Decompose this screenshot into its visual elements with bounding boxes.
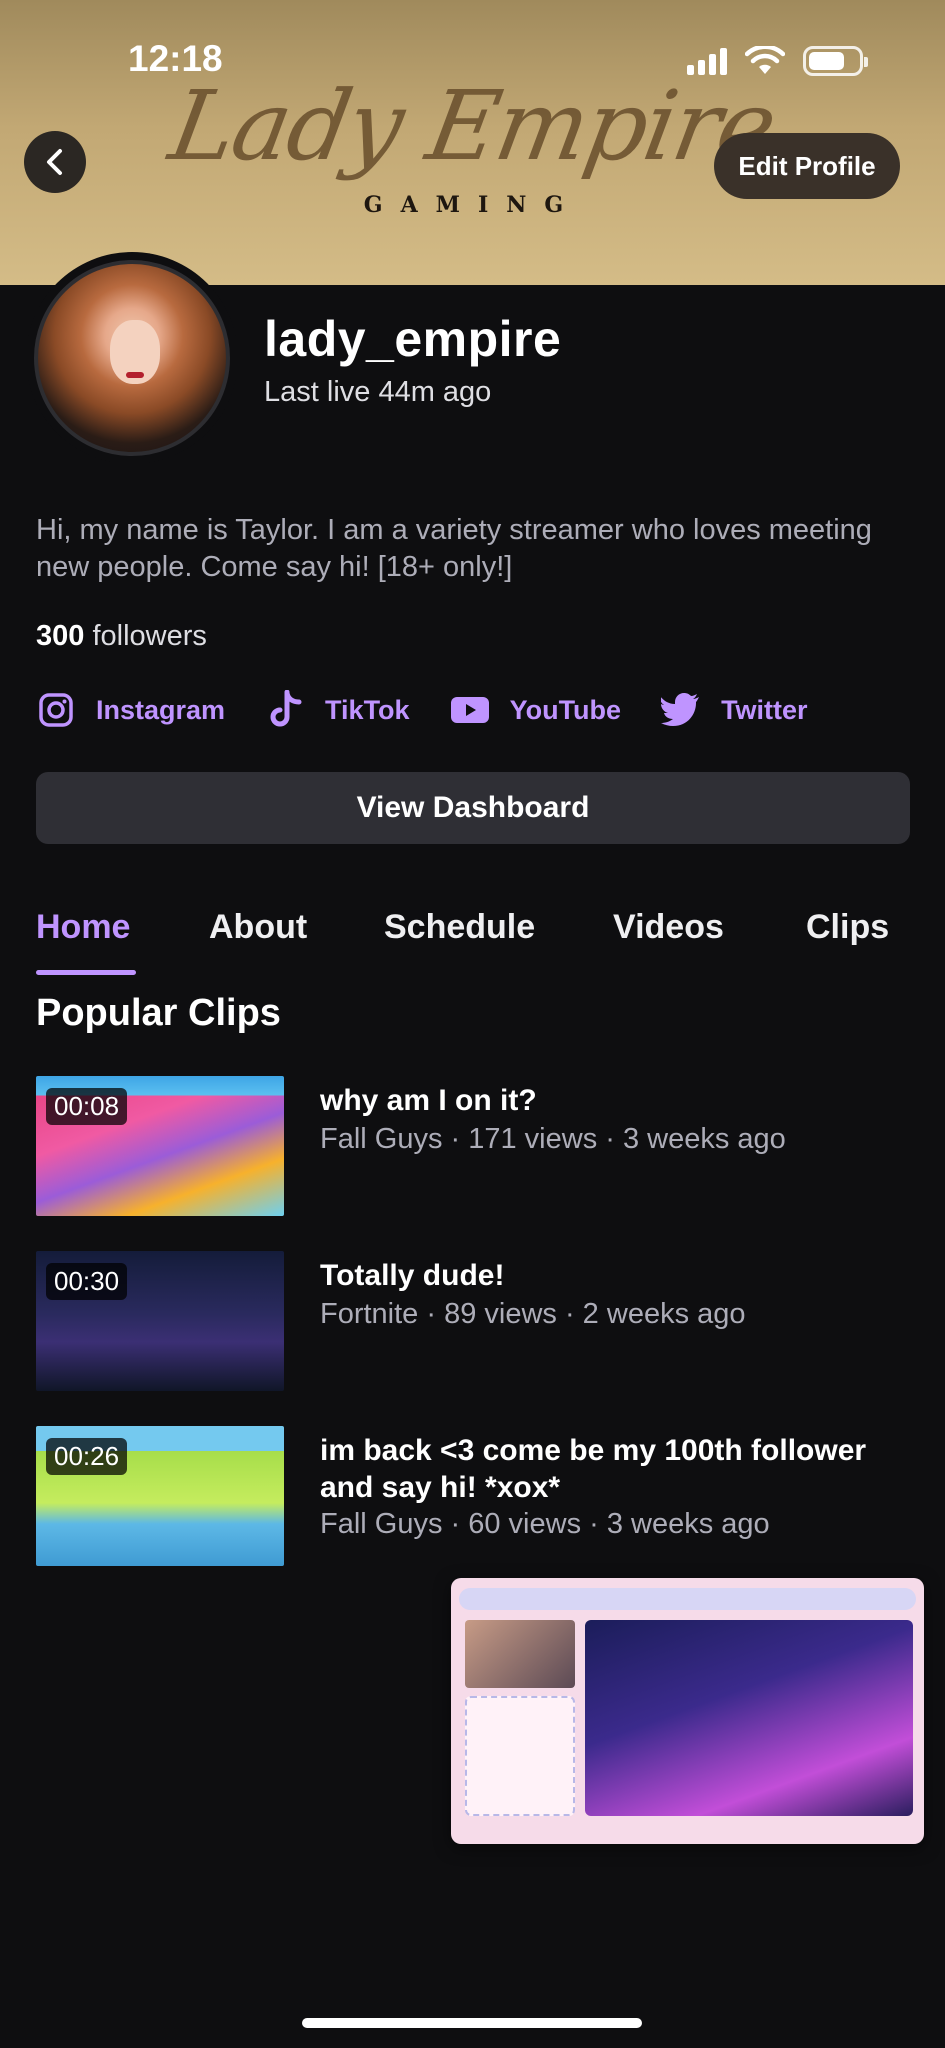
clip-title[interactable]: Totally dude! <box>320 1257 920 1294</box>
pip-webcam <box>465 1620 575 1688</box>
clip-thumbnail[interactable]: 00:30 <box>36 1251 284 1391</box>
social-link-tiktok[interactable]: TikTok <box>265 690 410 730</box>
pip-stream-overlay-bar <box>459 1588 916 1610</box>
tiktok-icon <box>265 690 305 730</box>
clip-duration: 00:26 <box>46 1438 128 1475</box>
social-link-youtube[interactable]: YouTube <box>450 690 621 730</box>
battery-level <box>809 52 844 70</box>
battery-icon <box>803 46 868 76</box>
profile-banner: Lady Empire GAMING 12:18 Edit Profile <box>0 0 945 285</box>
tab-schedule[interactable]: Schedule <box>384 908 535 947</box>
back-button[interactable] <box>24 131 86 193</box>
clip-title[interactable]: why am I on it? <box>320 1082 920 1119</box>
clip-duration: 00:30 <box>46 1263 128 1300</box>
youtube-icon <box>450 690 490 730</box>
clip-title[interactable]: im back <3 come be my 100th follower and… <box>320 1432 920 1506</box>
pip-chat-panel <box>465 1696 575 1816</box>
section-title: Popular Clips <box>36 992 281 1034</box>
followers-count: 300 followers <box>36 620 207 653</box>
instagram-icon <box>36 690 76 730</box>
social-label: Instagram <box>96 694 226 725</box>
social-label: TikTok <box>325 694 410 725</box>
clip-item[interactable]: 00:08 why am I on it? Fall Guys · 171 vi… <box>36 1076 916 1218</box>
profile-tabs: Home About Schedule Videos Clips <box>0 900 945 976</box>
clip-thumbnail[interactable]: 00:26 <box>36 1426 284 1566</box>
edit-profile-button[interactable]: Edit Profile <box>714 133 900 199</box>
status-time: 12:18 <box>128 38 223 79</box>
followers-number: 300 <box>36 620 85 652</box>
tab-videos[interactable]: Videos <box>613 908 724 947</box>
social-label: YouTube <box>509 694 622 725</box>
tab-home[interactable]: Home <box>36 908 130 947</box>
banner-logo-script: Lady Empire <box>162 70 783 182</box>
last-live-status: Last live 44m ago <box>264 376 492 408</box>
tab-clips[interactable]: Clips <box>806 908 889 947</box>
avatar-image <box>34 260 230 456</box>
clip-item[interactable]: 00:30 Totally dude! Fortnite · 89 views … <box>36 1251 916 1393</box>
wifi-icon <box>745 46 785 74</box>
profile-bio: Hi, my name is Taylor. I am a variety st… <box>36 514 872 583</box>
chevron-left-icon <box>47 149 62 175</box>
clip-meta: Fall Guys · 171 views · 3 weeks ago <box>320 1123 786 1155</box>
picture-in-picture-player[interactable] <box>451 1578 924 1844</box>
clip-item[interactable]: 00:26 im back <3 come be my 100th follow… <box>36 1426 916 1568</box>
username: lady_empire <box>264 311 562 367</box>
active-tab-indicator <box>36 970 136 975</box>
view-dashboard-button[interactable]: View Dashboard <box>36 772 910 844</box>
status-icons <box>687 46 868 76</box>
clip-meta: Fall Guys · 60 views · 3 weeks ago <box>320 1508 770 1540</box>
social-label: Twitter <box>721 694 808 725</box>
pip-game-screen <box>585 1620 913 1816</box>
avatar[interactable] <box>26 252 238 464</box>
twitter-icon <box>661 690 701 730</box>
social-links: Instagram TikTok YouTube Twitter <box>36 690 848 730</box>
social-link-twitter[interactable]: Twitter <box>661 690 808 730</box>
clip-thumbnail[interactable]: 00:08 <box>36 1076 284 1216</box>
followers-label: followers <box>92 620 207 652</box>
clip-meta: Fortnite · 89 views · 2 weeks ago <box>320 1298 746 1330</box>
tab-about[interactable]: About <box>209 908 307 947</box>
clip-duration: 00:08 <box>46 1088 128 1125</box>
home-indicator[interactable] <box>302 2018 642 2028</box>
cellular-signal-icon <box>687 47 727 75</box>
social-link-instagram[interactable]: Instagram <box>36 690 225 730</box>
